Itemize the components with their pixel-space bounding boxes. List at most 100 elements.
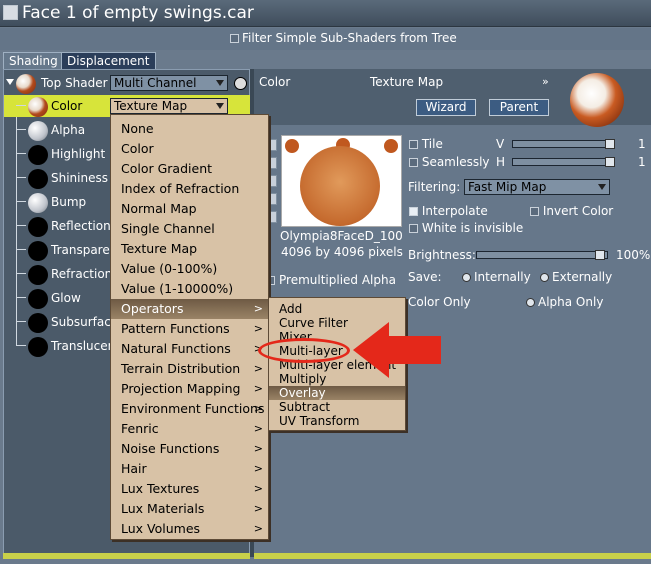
menu-item[interactable]: None: [111, 119, 268, 139]
menu-item[interactable]: Lux Materials >: [111, 499, 268, 519]
white-invisible-label: White is invisible: [421, 221, 524, 235]
slider-knob[interactable]: [605, 139, 615, 149]
menu-item[interactable]: Color: [111, 139, 268, 159]
top-shader-dropdown[interactable]: Multi Channel: [110, 75, 228, 91]
tree-row-label: Translucen: [51, 339, 116, 353]
tree-row-label: Bump: [51, 195, 87, 209]
tree-tick: [16, 201, 26, 202]
menu-item[interactable]: Lux Textures >: [111, 479, 268, 499]
filter-checkbox[interactable]: [230, 34, 239, 43]
slider-knob[interactable]: [605, 157, 615, 167]
menu-item-label: Texture Map: [121, 241, 198, 256]
slider-knob[interactable]: [595, 250, 605, 260]
invert-color-label: Invert Color: [542, 204, 614, 218]
alpha-only-radio[interactable]: [526, 298, 535, 307]
tile-option[interactable]: Tile: [409, 137, 443, 151]
shader-ball-icon: [28, 289, 48, 309]
menu-item-label: Pattern Functions: [121, 321, 230, 336]
menu-item-label: Noise Functions: [121, 441, 220, 456]
shader-type-menu: None Color Color Gradient Index of Refracti…: [110, 114, 269, 540]
menu-item[interactable]: Fenric >: [111, 419, 268, 439]
wizard-button[interactable]: Wizard: [416, 99, 476, 116]
menu-item[interactable]: Pattern Functions >: [111, 319, 268, 339]
menu-item-label: Hair: [121, 461, 147, 476]
interpolate-checkbox[interactable]: [409, 207, 418, 216]
chevron-down-icon: [598, 184, 606, 190]
brightness-slider[interactable]: [476, 250, 608, 260]
left-scrollbar[interactable]: [3, 553, 250, 559]
thumb-ear-left: [285, 139, 299, 153]
side-tool-icon[interactable]: [268, 139, 277, 151]
save-label: Save:: [408, 270, 442, 284]
side-tool-icon[interactable]: [268, 175, 277, 187]
collapse-caret-icon[interactable]: [6, 79, 14, 85]
menu-item[interactable]: Noise Functions >: [111, 439, 268, 459]
menu-item[interactable]: Subtract: [269, 400, 405, 414]
color-only-label: Color Only: [408, 295, 471, 309]
side-tool-icon[interactable]: [268, 193, 277, 205]
menu-item-label: Curve Filter: [279, 316, 348, 330]
image-file-name: Olympia8FaceD_100: [280, 229, 403, 243]
internally-label: Internally: [474, 270, 531, 284]
tree-row-top-shader[interactable]: Top Shader Multi Channel: [4, 72, 251, 94]
menu-item[interactable]: Natural Functions >: [111, 339, 268, 359]
save-internally-option[interactable]: Internally: [462, 270, 531, 284]
right-scrollbar[interactable]: [254, 553, 651, 559]
shader-ball-icon: [28, 265, 48, 285]
trash-icon[interactable]: [234, 77, 247, 90]
annotation-circle: [258, 338, 350, 363]
menu-item[interactable]: Normal Map: [111, 199, 268, 219]
menu-item[interactable]: Single Channel: [111, 219, 268, 239]
alpha-only-option[interactable]: Alpha Only: [526, 295, 603, 309]
menu-item[interactable]: Value (0-100%): [111, 259, 268, 279]
menu-item[interactable]: Operators >: [111, 299, 268, 319]
menu-item[interactable]: Add: [269, 302, 405, 316]
v-value: 1: [638, 137, 646, 151]
tab-shading[interactable]: Shading: [3, 52, 64, 69]
menu-item[interactable]: Hair >: [111, 459, 268, 479]
white-invisible-option[interactable]: White is invisible: [409, 221, 523, 235]
h-slider[interactable]: [512, 157, 615, 167]
menu-item[interactable]: Terrain Distribution >: [111, 359, 268, 379]
menu-item[interactable]: Projection Mapping >: [111, 379, 268, 399]
submenu-arrow-icon: >: [253, 382, 263, 395]
filtering-dropdown[interactable]: Fast Mip Map: [464, 179, 610, 195]
menu-item-label: Color: [121, 141, 154, 156]
externally-label: Externally: [552, 270, 613, 284]
parent-button[interactable]: Parent: [489, 99, 549, 116]
save-externally-option[interactable]: Externally: [540, 270, 612, 284]
color-shader-dropdown[interactable]: Texture Map: [110, 98, 228, 114]
tile-label: Tile: [421, 137, 443, 151]
invert-color-option[interactable]: Invert Color: [530, 204, 613, 218]
menu-item[interactable]: Value (1-10000%): [111, 279, 268, 299]
tab-displacement[interactable]: Displacement: [61, 52, 156, 69]
annotation-arrow-icon: [353, 322, 441, 378]
interpolate-option[interactable]: Interpolate: [409, 204, 488, 218]
side-tool-icon[interactable]: [268, 157, 277, 169]
menu-item[interactable]: Color Gradient: [111, 159, 268, 179]
menu-item[interactable]: UV Transform: [269, 414, 405, 428]
tree-tick: [16, 297, 26, 298]
menu-item[interactable]: Texture Map: [111, 239, 268, 259]
menu-item-label: Fenric: [121, 421, 159, 436]
premultiplied-option[interactable]: Premultiplied Alpha: [266, 273, 396, 287]
menu-item[interactable]: Index of Refraction: [111, 179, 268, 199]
side-tool-icon[interactable]: [268, 211, 277, 223]
invert-color-checkbox[interactable]: [530, 207, 539, 216]
window-icon[interactable]: [3, 5, 18, 20]
seamlessly-option[interactable]: Seamlessly: [409, 155, 490, 169]
white-invisible-checkbox[interactable]: [409, 224, 418, 233]
texture-thumbnail[interactable]: [281, 135, 402, 227]
internally-radio[interactable]: [462, 273, 471, 282]
shader-ball-icon: [28, 97, 48, 117]
header-dropdown-icon[interactable]: »: [542, 75, 549, 88]
menu-item[interactable]: Lux Volumes >: [111, 519, 268, 539]
shader-ball-icon: [28, 313, 48, 333]
tile-checkbox[interactable]: [409, 140, 418, 149]
menu-item[interactable]: Overlay: [269, 386, 405, 400]
externally-radio[interactable]: [540, 273, 549, 282]
tree-tick: [16, 321, 26, 322]
seamlessly-checkbox[interactable]: [409, 158, 418, 167]
v-slider[interactable]: [512, 139, 615, 149]
menu-item[interactable]: Environment Functions >: [111, 399, 268, 419]
